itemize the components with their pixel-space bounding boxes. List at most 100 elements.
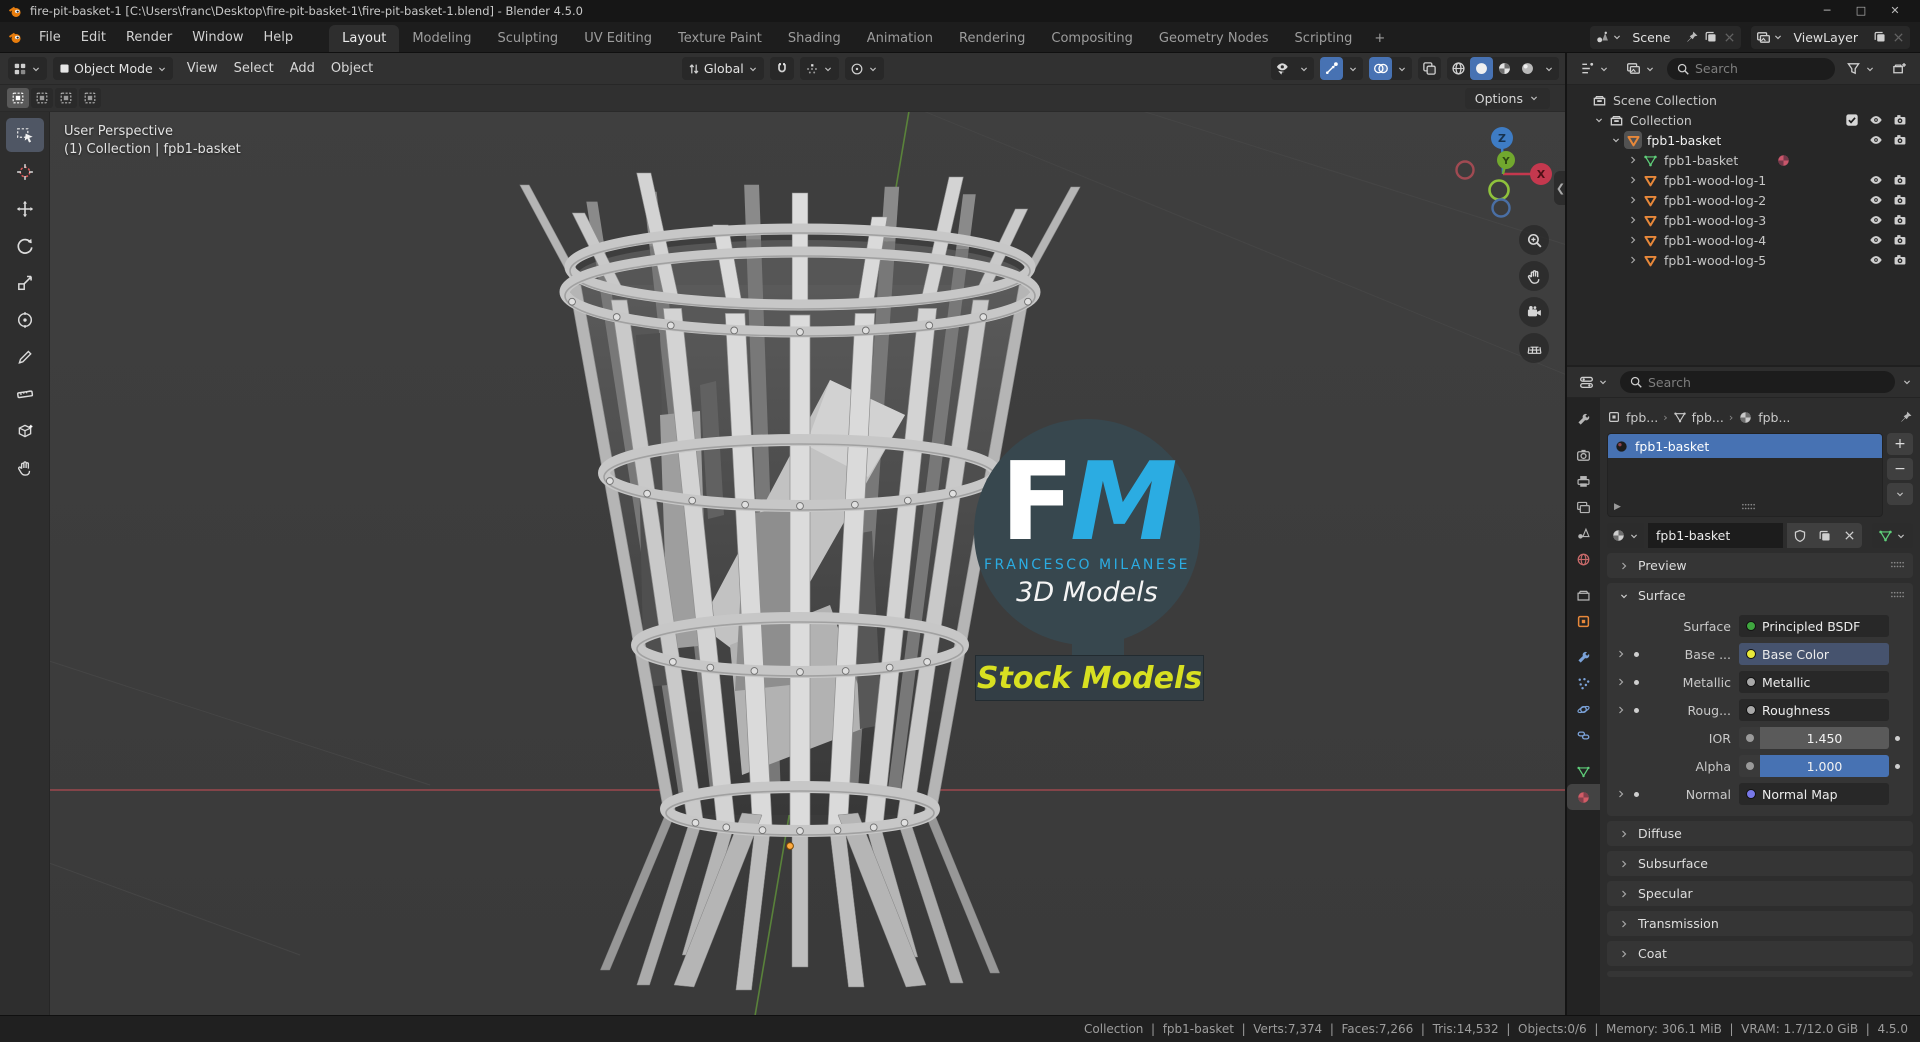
chevron-down-icon[interactable] bbox=[1901, 376, 1913, 388]
viewport-menu-add[interactable]: Add bbox=[282, 61, 323, 76]
close-icon[interactable] bbox=[1892, 31, 1905, 44]
breadcrumb-mesh[interactable]: fpb... bbox=[1692, 410, 1724, 425]
render-camera-toggle[interactable] bbox=[1888, 113, 1912, 127]
copy-icon[interactable] bbox=[1704, 30, 1718, 44]
list-filter-arrow-icon[interactable]: ▶ bbox=[1614, 502, 1621, 512]
properties-editor-type[interactable] bbox=[1574, 371, 1614, 394]
tool-scale[interactable] bbox=[6, 266, 44, 300]
navigation-gizmo[interactable]: Z Y X bbox=[1440, 113, 1567, 243]
properties-tab-physics[interactable] bbox=[1567, 696, 1600, 722]
properties-search-input[interactable] bbox=[1648, 374, 1886, 390]
transform-orientation[interactable]: Global bbox=[681, 57, 764, 80]
copy-icon[interactable] bbox=[1873, 30, 1887, 44]
properties-tab-output[interactable] bbox=[1567, 468, 1600, 494]
outliner-row[interactable]: Collection bbox=[1567, 110, 1920, 130]
viewport-menu-object[interactable]: Object bbox=[323, 61, 381, 76]
shading-wireframe-button[interactable] bbox=[1447, 57, 1470, 80]
input-normal[interactable]: Normal Map bbox=[1739, 783, 1889, 805]
input-surface[interactable]: Principled BSDF bbox=[1739, 615, 1889, 637]
outliner-row[interactable]: fpb1-basket bbox=[1567, 130, 1920, 150]
chevron-down-icon[interactable] bbox=[1392, 57, 1412, 80]
chevron-right-icon[interactable] bbox=[1613, 788, 1629, 800]
tab-layout[interactable]: Layout bbox=[329, 25, 400, 52]
editor-splitter[interactable] bbox=[1565, 53, 1567, 1015]
hide-eye-toggle[interactable] bbox=[1864, 173, 1888, 187]
remove-slot-button[interactable]: − bbox=[1887, 458, 1913, 480]
tab-geometry-nodes[interactable]: Geometry Nodes bbox=[1146, 25, 1282, 52]
menu-window[interactable]: Window bbox=[182, 22, 253, 52]
material-slot-list[interactable]: fpb1-basket ▶ bbox=[1607, 433, 1883, 517]
material-slot-selected[interactable]: fpb1-basket bbox=[1608, 434, 1882, 458]
tab-animation[interactable]: Animation bbox=[854, 25, 946, 52]
chevron-right-icon[interactable] bbox=[1624, 154, 1641, 166]
hide-eye-toggle[interactable] bbox=[1864, 193, 1888, 207]
properties-tab-collection[interactable] bbox=[1567, 582, 1600, 608]
panel-transmission-header[interactable]: Transmission bbox=[1607, 911, 1913, 936]
properties-tab-world[interactable] bbox=[1567, 546, 1600, 572]
properties-tab-scene[interactable] bbox=[1567, 520, 1600, 546]
tab-texture-paint[interactable]: Texture Paint bbox=[665, 25, 775, 52]
chevron-right-icon[interactable] bbox=[1624, 194, 1641, 206]
render-camera-toggle[interactable] bbox=[1888, 213, 1912, 227]
proportional-editing-toggle[interactable] bbox=[844, 57, 884, 80]
tab-compositing[interactable]: Compositing bbox=[1038, 25, 1146, 52]
fake-user-shield-button[interactable] bbox=[1787, 523, 1812, 548]
hide-eye-toggle[interactable] bbox=[1864, 253, 1888, 267]
properties-tab-render[interactable] bbox=[1567, 442, 1600, 468]
select-mode-set[interactable] bbox=[7, 88, 29, 108]
chevron-right-icon[interactable] bbox=[1624, 234, 1641, 246]
outliner-filter-id[interactable] bbox=[1621, 57, 1661, 80]
properties-tab-tool[interactable] bbox=[1567, 406, 1600, 432]
outliner-row[interactable]: fpb1-wood-log-4 bbox=[1567, 230, 1920, 250]
overlays-toggle[interactable] bbox=[1369, 57, 1412, 80]
hide-eye-toggle[interactable] bbox=[1864, 133, 1888, 147]
tool-annotate[interactable] bbox=[6, 340, 44, 374]
properties-tab-constraints[interactable] bbox=[1567, 722, 1600, 748]
panel-diffuse-header[interactable]: Diffuse bbox=[1607, 821, 1913, 846]
menu-help[interactable]: Help bbox=[254, 22, 304, 52]
shading-material-preview-button[interactable] bbox=[1493, 57, 1516, 80]
menu-edit[interactable]: Edit bbox=[71, 22, 116, 52]
xray-toggle[interactable] bbox=[1418, 57, 1441, 80]
panel-coat-header[interactable]: Coat bbox=[1607, 941, 1913, 966]
tab-scripting[interactable]: Scripting bbox=[1282, 25, 1366, 52]
chevron-right-icon[interactable] bbox=[1613, 704, 1629, 716]
outliner-row[interactable]: Scene Collection bbox=[1567, 90, 1920, 110]
render-camera-toggle[interactable] bbox=[1888, 173, 1912, 187]
chevron-down-icon[interactable] bbox=[1343, 57, 1363, 80]
camera-view-button[interactable] bbox=[1519, 297, 1549, 327]
breadcrumb-material[interactable]: fpb... bbox=[1758, 410, 1790, 425]
chevron-down-icon[interactable] bbox=[1539, 57, 1559, 80]
chevron-down-icon[interactable] bbox=[1294, 57, 1314, 80]
chevron-right-icon[interactable] bbox=[1613, 676, 1629, 688]
viewport-menu-select[interactable]: Select bbox=[226, 61, 282, 76]
surface-panel-header[interactable]: Surface bbox=[1607, 583, 1913, 608]
chevron-right-icon[interactable] bbox=[1624, 214, 1641, 226]
hide-eye-toggle[interactable] bbox=[1864, 113, 1888, 127]
outliner-search-input[interactable] bbox=[1695, 61, 1826, 76]
chevron-right-icon[interactable] bbox=[1624, 174, 1641, 186]
link-material-target-button[interactable] bbox=[1872, 523, 1913, 548]
pin-icon[interactable] bbox=[1685, 30, 1699, 44]
properties-tab-material[interactable] bbox=[1567, 784, 1600, 810]
shading-rendered-button[interactable] bbox=[1516, 57, 1539, 80]
outliner-row[interactable]: fpb1-basket bbox=[1567, 150, 1920, 170]
properties-tab-data[interactable] bbox=[1567, 758, 1600, 784]
properties-tab-modifiers[interactable] bbox=[1567, 644, 1600, 670]
outliner-row[interactable]: fpb1-wood-log-5 bbox=[1567, 250, 1920, 270]
tab-modeling[interactable]: Modeling bbox=[399, 25, 484, 52]
zoom-button[interactable] bbox=[1519, 225, 1549, 255]
menu-file[interactable]: File bbox=[29, 22, 71, 52]
tool-transform[interactable] bbox=[6, 303, 44, 337]
select-mode-extend[interactable] bbox=[31, 88, 53, 108]
maximize-button[interactable]: □ bbox=[1844, 0, 1878, 22]
tool-select-box[interactable] bbox=[5, 118, 44, 152]
3d-viewport[interactable]: FM FRANCESCO MILANESE 3D Models Stock Mo… bbox=[0, 85, 1567, 1015]
viewlayer-selector[interactable]: ViewLayer bbox=[1751, 25, 1910, 49]
properties-tab-particles[interactable] bbox=[1567, 670, 1600, 696]
copy-material-button[interactable] bbox=[1812, 523, 1837, 548]
hide-eye-toggle[interactable] bbox=[1864, 213, 1888, 227]
properties-search[interactable] bbox=[1620, 371, 1895, 393]
add-slot-button[interactable]: + bbox=[1887, 433, 1913, 455]
tab-rendering[interactable]: Rendering bbox=[946, 25, 1038, 52]
